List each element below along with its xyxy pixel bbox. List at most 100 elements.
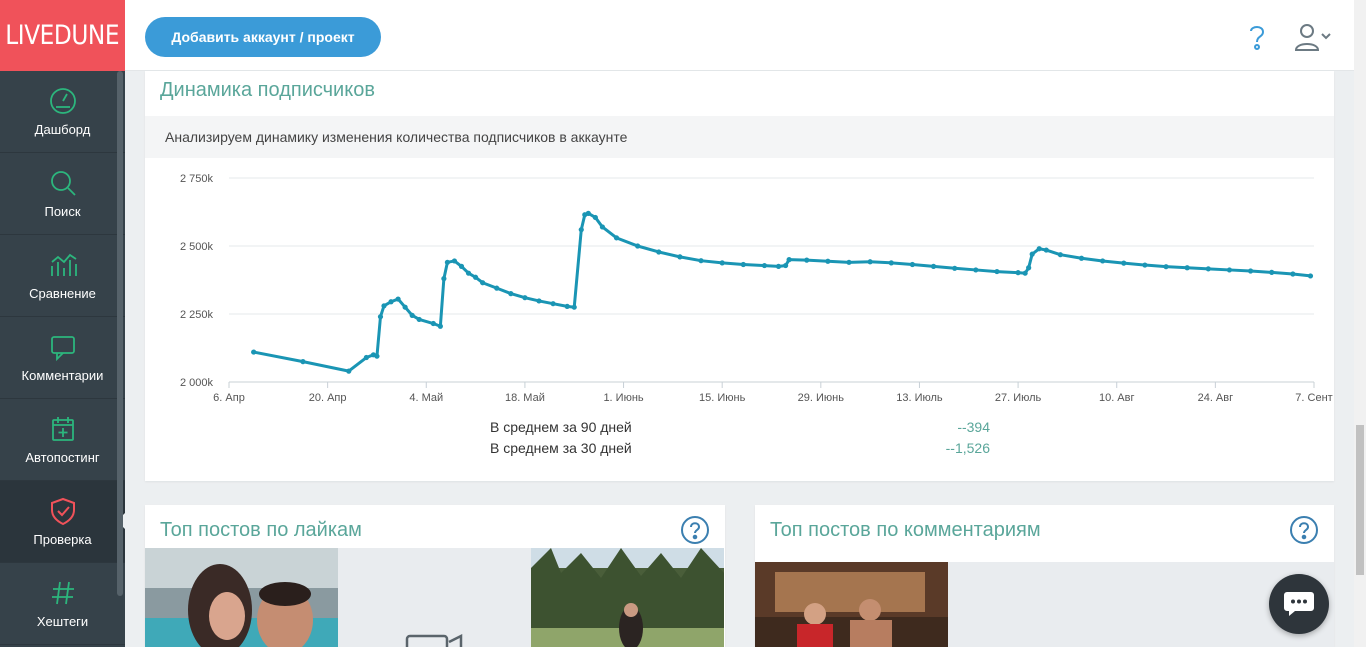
data-point[interactable] bbox=[952, 265, 958, 271]
data-point[interactable] bbox=[656, 249, 662, 255]
data-point[interactable] bbox=[740, 261, 746, 268]
data-point[interactable] bbox=[1036, 246, 1042, 252]
data-point[interactable] bbox=[909, 261, 916, 268]
data-point[interactable] bbox=[1057, 252, 1063, 258]
data-point[interactable] bbox=[458, 263, 465, 269]
data-point[interactable] bbox=[416, 316, 422, 323]
y-tick-label: 2 500k bbox=[180, 241, 214, 253]
data-point[interactable] bbox=[1022, 270, 1028, 276]
data-point[interactable] bbox=[564, 303, 570, 309]
data-point[interactable] bbox=[846, 259, 852, 265]
data-point[interactable] bbox=[571, 304, 577, 310]
data-point[interactable] bbox=[585, 210, 591, 216]
data-point[interactable] bbox=[374, 353, 380, 359]
data-point[interactable] bbox=[635, 243, 641, 249]
help-icon[interactable] bbox=[680, 515, 710, 545]
data-point[interactable] bbox=[441, 276, 447, 282]
data-point[interactable] bbox=[867, 259, 873, 265]
data-point[interactable] bbox=[494, 285, 500, 291]
app-logo[interactable]: LIVEDUNE bbox=[0, 0, 125, 71]
data-point[interactable] bbox=[994, 268, 1000, 275]
data-point[interactable] bbox=[1078, 255, 1085, 261]
data-point[interactable] bbox=[402, 304, 408, 310]
dynamics-description: Анализируем динамику изменения количеств… bbox=[145, 116, 1334, 158]
data-point[interactable] bbox=[451, 258, 458, 264]
post-thumbnail[interactable] bbox=[338, 548, 531, 647]
data-point[interactable] bbox=[698, 258, 704, 264]
data-point[interactable] bbox=[444, 259, 451, 265]
data-point[interactable] bbox=[775, 263, 782, 269]
data-point[interactable] bbox=[388, 299, 394, 305]
sidebar-item-autoposting[interactable]: Автопостинг bbox=[0, 399, 125, 481]
data-point[interactable] bbox=[1163, 264, 1169, 270]
page-scrollbar[interactable] bbox=[1354, 0, 1366, 647]
sidebar-item-comments[interactable]: Комментарии bbox=[0, 317, 125, 399]
data-point[interactable] bbox=[377, 314, 384, 320]
data-point[interactable] bbox=[578, 227, 584, 233]
sidebar-item-search[interactable]: Поиск bbox=[0, 153, 125, 235]
data-point[interactable] bbox=[930, 263, 937, 269]
post-thumbnail[interactable] bbox=[531, 548, 724, 647]
data-point[interactable] bbox=[430, 320, 436, 327]
x-tick-label: 13. Июль bbox=[896, 392, 943, 404]
data-point[interactable] bbox=[1290, 271, 1296, 277]
sidebar-item-check[interactable]: Проверка bbox=[0, 481, 126, 563]
data-point[interactable] bbox=[1029, 251, 1035, 257]
data-point[interactable] bbox=[825, 258, 831, 264]
data-point[interactable] bbox=[550, 301, 556, 307]
sidebar-item-label: Комментарии bbox=[21, 368, 104, 383]
data-point[interactable] bbox=[973, 267, 979, 273]
help-icon[interactable] bbox=[1243, 22, 1271, 52]
data-point[interactable] bbox=[888, 260, 894, 266]
sidebar-item-compare[interactable]: Сравнение bbox=[0, 235, 125, 317]
data-point[interactable] bbox=[395, 296, 401, 302]
data-point[interactable] bbox=[437, 323, 443, 329]
data-point[interactable] bbox=[804, 257, 810, 263]
page-scrollbar-thumb[interactable] bbox=[1356, 425, 1364, 575]
data-point[interactable] bbox=[465, 270, 472, 276]
sidebar-item-dashboard[interactable]: Дашборд bbox=[0, 71, 125, 153]
data-point[interactable] bbox=[363, 354, 369, 361]
data-point[interactable] bbox=[592, 214, 598, 221]
data-point[interactable] bbox=[409, 312, 415, 318]
data-point[interactable] bbox=[1100, 258, 1106, 264]
data-point[interactable] bbox=[1247, 268, 1254, 274]
sidebar-item-hashtags[interactable]: Хештеги bbox=[0, 563, 125, 645]
add-account-button[interactable]: Добавить аккаунт / проект bbox=[145, 17, 381, 57]
data-point[interactable] bbox=[1205, 266, 1211, 272]
data-point[interactable] bbox=[1226, 267, 1233, 273]
average-label: В среднем за 90 дней bbox=[490, 419, 632, 435]
data-point[interactable] bbox=[472, 274, 479, 280]
data-point[interactable] bbox=[677, 254, 683, 260]
data-point[interactable] bbox=[761, 262, 768, 269]
data-point[interactable] bbox=[599, 224, 606, 230]
data-point[interactable] bbox=[251, 349, 257, 355]
data-point[interactable] bbox=[508, 291, 514, 297]
user-menu-icon[interactable] bbox=[1293, 22, 1337, 52]
data-point[interactable] bbox=[300, 359, 306, 365]
help-icon[interactable] bbox=[1289, 515, 1319, 545]
data-point[interactable] bbox=[1043, 247, 1049, 253]
data-point[interactable] bbox=[522, 295, 528, 301]
data-point[interactable] bbox=[480, 280, 486, 286]
data-point[interactable] bbox=[1026, 265, 1032, 271]
data-point[interactable] bbox=[1307, 273, 1314, 279]
data-point[interactable] bbox=[1142, 262, 1148, 268]
post-thumbnail[interactable] bbox=[948, 562, 1141, 647]
post-thumbnail[interactable] bbox=[755, 562, 948, 647]
data-point[interactable] bbox=[719, 260, 725, 266]
data-point[interactable] bbox=[1184, 265, 1190, 271]
data-point[interactable] bbox=[1269, 269, 1275, 275]
data-point[interactable] bbox=[786, 257, 792, 263]
post-thumbnail[interactable] bbox=[145, 548, 338, 647]
data-point[interactable] bbox=[381, 303, 387, 309]
subscribers-dynamics-card: Динамика подписчиков Анализируем динамик… bbox=[145, 71, 1334, 481]
data-point[interactable] bbox=[1015, 270, 1021, 276]
data-point[interactable] bbox=[613, 235, 620, 241]
data-point[interactable] bbox=[782, 262, 789, 269]
sidebar-scrollbar[interactable] bbox=[117, 71, 123, 596]
data-point[interactable] bbox=[1121, 260, 1127, 266]
data-point[interactable] bbox=[536, 298, 542, 304]
chat-button[interactable] bbox=[1269, 574, 1329, 634]
data-point[interactable] bbox=[346, 368, 352, 374]
